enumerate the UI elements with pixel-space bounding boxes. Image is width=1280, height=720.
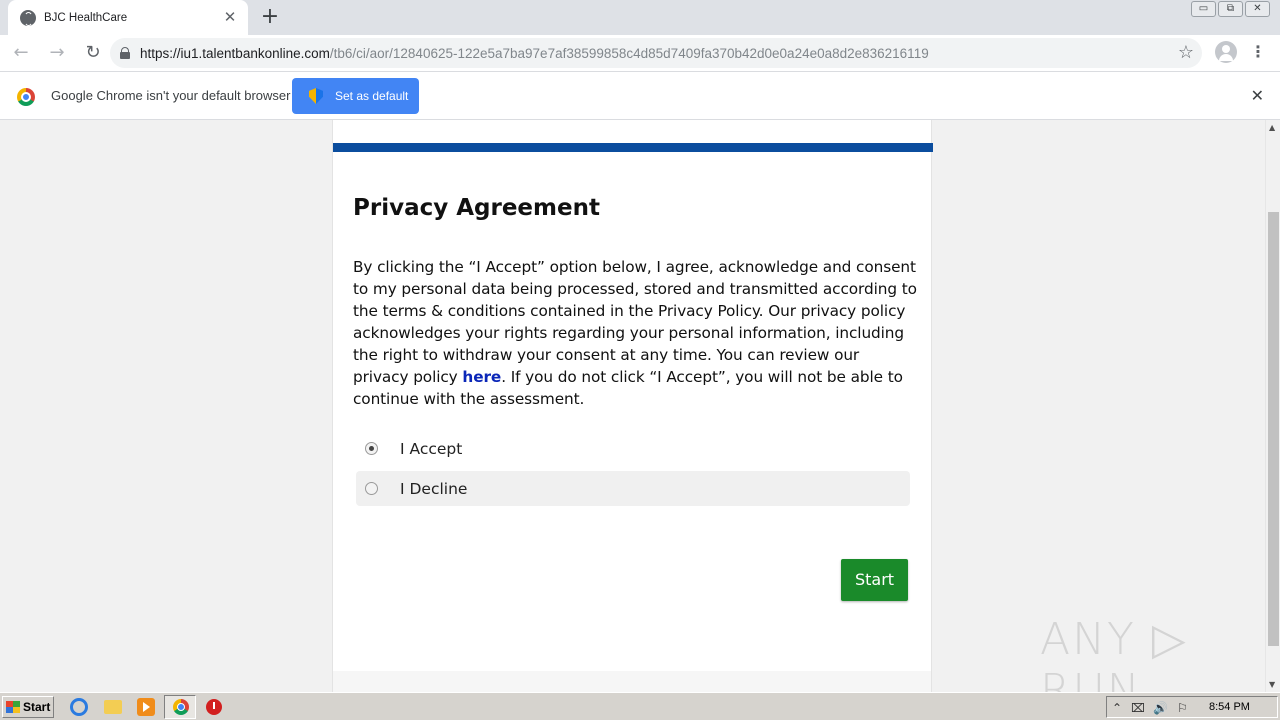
set-as-default-label: Set as default — [335, 89, 409, 103]
infobar-message: Google Chrome isn't your default browser — [51, 88, 291, 103]
new-tab-button[interactable]: + — [258, 5, 282, 29]
forward-arrow-icon[interactable]: → — [42, 38, 72, 68]
address-bar[interactable]: https://iu1.talentbankonline.com/tb6/ci/… — [110, 38, 1202, 68]
window-close-button[interactable]: ✕ — [1245, 1, 1270, 17]
card-footer — [332, 671, 932, 692]
lock-icon — [120, 47, 130, 59]
browser-tab[interactable]: BJC HealthCare ✕ — [8, 0, 248, 35]
reload-icon[interactable]: ↻ — [78, 38, 108, 68]
scroll-down-arrow-icon[interactable]: ▼ — [1269, 680, 1275, 689]
system-clock: 8:54 PM — [1209, 701, 1250, 713]
bookmark-star-icon[interactable]: ☆ — [1178, 42, 1194, 64]
anyrun-watermark: ANY ▷ RUN — [1040, 614, 1188, 692]
decline-option[interactable]: I Decline — [356, 471, 910, 506]
windows-logo-icon — [6, 701, 20, 713]
url-path: /tb6/ci/aor/12840625-122e5a7ba97e7af3859… — [329, 45, 929, 61]
internet-explorer-icon[interactable] — [70, 698, 88, 716]
tray-expand-icon[interactable]: ⌃ — [1112, 701, 1122, 715]
media-player-icon[interactable] — [137, 698, 155, 716]
set-as-default-button[interactable]: Set as default — [292, 78, 419, 114]
chrome-taskbar-button[interactable] — [164, 695, 196, 719]
start-button[interactable]: Start — [841, 559, 908, 601]
privacy-policy-link[interactable]: here — [462, 368, 501, 386]
chrome-icon — [173, 699, 189, 715]
privacy-card: Privacy Agreement By clicking the “I Acc… — [332, 120, 933, 671]
uac-shield-icon — [309, 88, 323, 104]
accept-option[interactable]: I Accept — [356, 431, 910, 466]
tab-title: BJC HealthCare — [44, 11, 128, 24]
chrome-logo-icon — [17, 88, 35, 106]
profile-avatar-icon[interactable] — [1215, 41, 1237, 63]
page-scrollbar[interactable]: ▲ ▼ — [1265, 120, 1280, 692]
start-menu-button[interactable]: Start — [2, 696, 54, 718]
tab-close-icon[interactable]: ✕ — [218, 10, 242, 25]
windows-taskbar: Start ⌃ ⌧ 🔊 ⚐ 8:54 PM — [0, 692, 1280, 720]
default-browser-infobar: Google Chrome isn't your default browser… — [0, 71, 1280, 120]
chrome-menu-icon[interactable]: ⋮ — [1250, 42, 1266, 62]
globe-icon — [20, 9, 36, 26]
system-tray: ⌃ ⌧ 🔊 ⚐ 8:54 PM — [1106, 696, 1278, 718]
infobar-close-icon[interactable]: ✕ — [1251, 86, 1264, 105]
network-icon[interactable]: ⌧ — [1131, 701, 1145, 715]
volume-icon[interactable]: 🔊 — [1153, 701, 1168, 715]
page-title: Privacy Agreement — [353, 195, 600, 221]
decline-label: I Decline — [400, 479, 468, 498]
scroll-thumb[interactable] — [1268, 212, 1279, 646]
file-explorer-icon[interactable] — [104, 700, 122, 714]
back-arrow-icon[interactable]: ← — [6, 38, 36, 68]
privacy-text: By clicking the “I Accept” option below,… — [353, 256, 918, 410]
scroll-up-arrow-icon[interactable]: ▲ — [1269, 123, 1275, 132]
url-text: https://iu1.talentbankonline.com/tb6/ci/… — [140, 46, 929, 61]
restore-button[interactable]: ⧉ — [1218, 1, 1243, 17]
header-accent-bar — [333, 143, 933, 152]
start-label: Start — [23, 700, 51, 714]
minimize-button[interactable]: ▭ — [1191, 1, 1216, 17]
tab-strip: BJC HealthCare ✕ + ▭ ⧉ ✕ — [0, 0, 1280, 35]
action-center-flag-icon[interactable]: ⚐ — [1177, 701, 1188, 715]
window-controls: ▭ ⧉ ✕ — [1191, 1, 1270, 17]
accept-radio[interactable] — [365, 442, 378, 455]
privacy-text-part1: By clicking the “I Accept” option below,… — [353, 258, 917, 386]
page-viewport: Privacy Agreement By clicking the “I Acc… — [0, 120, 1265, 692]
stop-sign-icon[interactable] — [206, 699, 222, 715]
accept-label: I Accept — [400, 439, 463, 458]
url-domain: https://iu1.talentbankonline.com — [140, 45, 330, 61]
browser-toolbar: ← → ↻ https://iu1.talentbankonline.com/t… — [0, 35, 1280, 71]
decline-radio[interactable] — [365, 482, 378, 495]
